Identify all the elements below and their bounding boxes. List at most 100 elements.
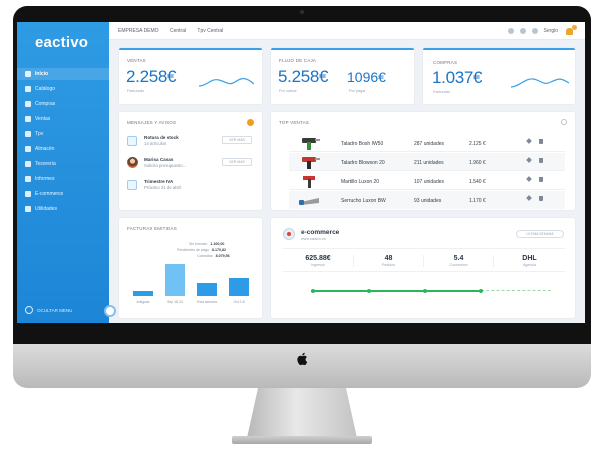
metric-orders: 48 Pedidos	[353, 255, 423, 267]
kpi-subtitle: Facturado	[433, 90, 451, 94]
hide-menu-button[interactable]: OCULTAR MENU	[25, 306, 72, 314]
options-icon[interactable]	[561, 119, 567, 125]
message-subtitle: 14 artículos	[144, 141, 167, 146]
sales-sparkline	[199, 77, 254, 87]
user-icon[interactable]	[531, 27, 538, 34]
invoice-bar-label: Antiguas	[136, 300, 150, 304]
sidebar-item-label: Utilidades	[35, 206, 57, 212]
invoice-bar[interactable]	[133, 291, 153, 296]
sidebar-item-label: Ventas	[35, 116, 51, 122]
company-breadcrumb: EMPRESA DEMO Central Tpv Central	[118, 28, 233, 34]
notifications-bell-icon[interactable]	[566, 25, 577, 35]
monitor-stand	[247, 388, 357, 438]
sidebar-item-tesoreria[interactable]: Tesorería	[17, 158, 109, 170]
product-quantity: 287 unidades	[414, 141, 445, 147]
reports-icon	[25, 176, 31, 182]
invoice-legend-row: Cobradas 8.079,56	[197, 254, 230, 258]
company-selector[interactable]: EMPRESA DEMO	[118, 28, 159, 34]
settings-icon[interactable]	[507, 27, 514, 34]
message-item[interactable]: Trimestre IVA Próximo 21 de abril	[127, 178, 247, 196]
order-tracking-bar	[311, 289, 551, 293]
legend-label: Pendientes de pago	[177, 248, 209, 252]
product-amount: 2.125 €	[469, 141, 486, 147]
ecommerce-title: e-commerce	[301, 229, 340, 236]
see-more-button[interactable]: VER MÁS	[222, 136, 252, 144]
metric-label: Conversión	[449, 263, 468, 267]
tracking-remaining	[481, 290, 551, 291]
kpi-title: COMPRAS	[433, 60, 458, 65]
monitor-chin	[13, 344, 591, 388]
table-row[interactable]: Serrucho Luxon BW 93 unidades 1.170 €	[289, 191, 565, 209]
top-sales-title: TOP VENTAS	[279, 120, 310, 125]
invoice-bar-label: Sep 18-24	[167, 300, 183, 304]
sidebar-item-catalogo[interactable]: Catálogo	[17, 83, 109, 95]
ecommerce-subtitle: www.eactivo.es	[301, 237, 326, 241]
invoices-card: FACTURAS EMITIDAS Sin formato 1.100,00 Pe…	[119, 218, 262, 318]
edit-icon[interactable]	[526, 195, 532, 201]
help-icon[interactable]	[519, 27, 526, 34]
product-name: Taladro Bosh IW50	[341, 141, 384, 147]
kpi-value-payable: 1096€	[347, 69, 386, 85]
kpi-card-compras[interactable]: COMPRAS 1.037€ Facturado	[423, 48, 575, 104]
calendar-icon	[127, 180, 137, 190]
invoice-bar-label: Oct 2-8	[233, 300, 245, 304]
edit-icon[interactable]	[526, 176, 532, 182]
topbar: EMPRESA DEMO Central Tpv Central Sergio	[109, 22, 585, 40]
product-name: Serrucho Luxon BW	[341, 198, 386, 204]
edit-icon[interactable]	[526, 157, 532, 163]
sidebar-item-tpv[interactable]: Tpv	[17, 128, 109, 140]
last-week-button[interactable]: ÚLTIMA SEMANA	[516, 230, 564, 238]
avatar	[127, 157, 138, 168]
top-sales-card: TOP VENTAS Taladro Bosh IW50 287 unidade…	[271, 112, 575, 210]
invoices-bar-chart	[127, 262, 255, 296]
table-row[interactable]: Martillo Luxon 20 107 unidades 1.540 €	[289, 172, 565, 190]
ecommerce-metrics: 625.88€ Ingresos 48 Pedidos 5.4 Conversión …	[283, 248, 565, 272]
sidebar-item-ecommerce[interactable]: E-commerce	[17, 188, 109, 200]
invoice-bar[interactable]	[229, 278, 249, 296]
product-name: Martillo Luxon 20	[341, 179, 380, 185]
delete-icon[interactable]	[539, 196, 543, 201]
tracking-step	[423, 289, 427, 293]
kpi-subtitle-receivable: Por cobrar	[279, 89, 297, 93]
edit-icon[interactable]	[526, 138, 532, 144]
messages-title: MENSAJES Y AVISOS	[127, 120, 177, 125]
user-name[interactable]: Sergio	[544, 28, 558, 34]
sidebar-item-ventas[interactable]: Ventas	[17, 113, 109, 125]
top-sales-table: Taladro Bosh IW50 287 unidades 2.125 € T…	[289, 134, 565, 210]
delete-icon[interactable]	[539, 139, 543, 144]
kpi-card-ventas[interactable]: VENTAS 2.258€ Facturado	[119, 48, 262, 104]
metric-label: Ingresos	[311, 263, 325, 267]
app-logo[interactable]: eactivo	[35, 34, 88, 51]
tpv-selector[interactable]: Tpv Central	[197, 28, 223, 34]
sidebar-toggle-button[interactable]	[104, 305, 116, 317]
sales-icon	[25, 116, 31, 122]
purchases-sparkline	[511, 78, 569, 88]
messages-card: MENSAJES Y AVISOS Rotura de stock 14 art…	[119, 112, 262, 210]
message-subtitle: Próximo 21 de abril	[144, 185, 182, 190]
sidebar-item-label: Catálogo	[35, 86, 56, 92]
sidebar-item-utilidades[interactable]: Utilidades	[17, 203, 109, 215]
monitor-foot	[232, 436, 372, 444]
invoice-bar[interactable]	[197, 283, 217, 296]
product-quantity: 93 unidades	[414, 198, 442, 204]
tracking-step	[479, 289, 483, 293]
delete-icon[interactable]	[539, 177, 543, 182]
legend-label: Sin formato	[189, 242, 208, 246]
sidebar-item-almacen[interactable]: Almacén	[17, 143, 109, 155]
see-more-button[interactable]: VER MÁS	[222, 158, 252, 166]
topbar-actions: Sergio	[502, 25, 577, 35]
metric-value: 5.4	[453, 255, 464, 262]
invoice-bar[interactable]	[165, 264, 185, 296]
metric-income: 625.88€ Ingresos	[283, 255, 353, 267]
legend-value: 8.170,82	[211, 248, 226, 252]
location-selector[interactable]: Central	[170, 28, 186, 34]
delete-icon[interactable]	[539, 158, 543, 163]
sidebar-item-informes[interactable]: Informes	[17, 173, 109, 185]
sidebar-item-inicio[interactable]: Inicio	[17, 68, 109, 80]
collapse-icon	[25, 306, 33, 314]
sidebar-nav: Inicio Catálogo Compras Ventas Tpv Almac…	[17, 68, 109, 218]
kpi-card-cash-flow[interactable]: FLUJO DE CAJA 5.258€ Por cobrar 1096€ Po…	[271, 48, 414, 104]
sidebar-item-compras[interactable]: Compras	[17, 98, 109, 110]
table-row[interactable]: Taladro Bosh IW50 287 unidades 2.125 €	[289, 134, 565, 152]
table-row[interactable]: Taladro Blowson 20 211 unidades 1.960 €	[289, 153, 565, 171]
